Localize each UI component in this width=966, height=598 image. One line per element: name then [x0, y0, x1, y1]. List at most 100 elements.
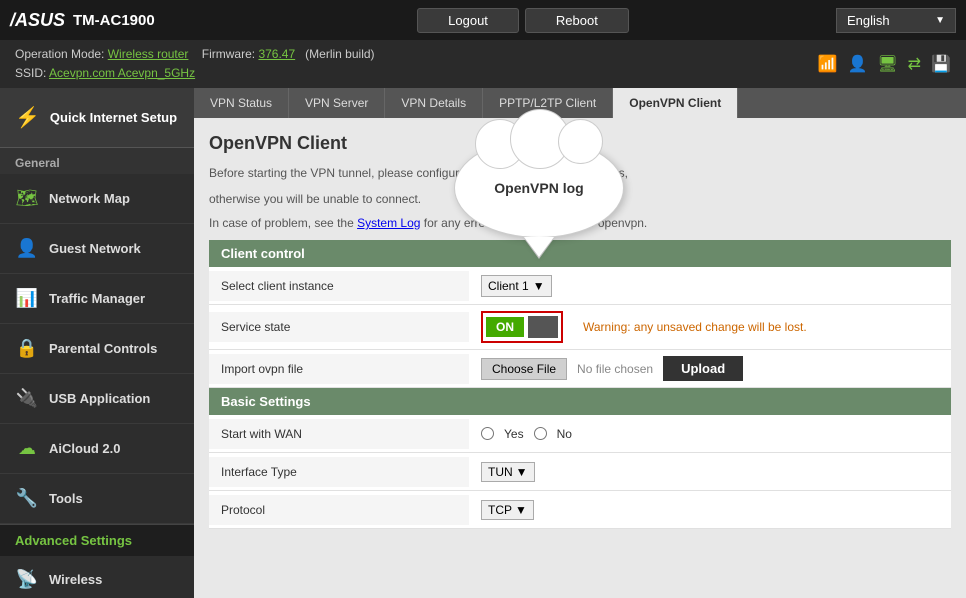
client-control-table: Select client instance Client 1 ▼ Servic… [209, 267, 951, 388]
general-section-label: General [0, 148, 194, 174]
content-body: OpenVPN log OpenVPN Client Before starti… [194, 118, 966, 544]
firmware-label: Firmware: [202, 47, 255, 61]
quick-setup-icon: ⚡ [15, 105, 40, 130]
sidebar-label-network-map: Network Map [49, 191, 130, 206]
tab-openvpn-client[interactable]: OpenVPN Client [613, 88, 738, 118]
tab-vpn-details[interactable]: VPN Details [385, 88, 483, 118]
import-ovpn-label: Import ovpn file [209, 354, 469, 384]
ssid-label: SSID: [15, 66, 46, 80]
traffic-manager-icon: 📊 [15, 288, 39, 309]
parental-controls-icon: 🔒 [15, 338, 39, 359]
sidebar-item-aicloud[interactable]: ☁ AiCloud 2.0 [0, 424, 194, 474]
client-instance-select[interactable]: Client 1 ▼ [481, 275, 552, 297]
user-icon: 👤 [847, 54, 867, 74]
no-file-text: No file chosen [577, 362, 653, 376]
guest-network-icon: 👤 [15, 238, 39, 259]
client-control-header: Client control [209, 240, 951, 267]
client-instance-value: Client 1 [488, 279, 529, 293]
protocol-select[interactable]: TCP ▼ [481, 500, 534, 520]
usb-icon: 💾 [931, 54, 951, 74]
usb-application-icon: 🔌 [15, 388, 39, 409]
start-wan-no-radio[interactable] [534, 427, 547, 440]
protocol-control: TCP ▼ [469, 494, 951, 526]
no-label: No [557, 427, 572, 441]
aicloud-icon: ☁ [15, 438, 39, 459]
header: /ASUS TM-AC1900 Logout Reboot English ▼ [0, 0, 966, 40]
service-state-toggle[interactable]: ON [481, 311, 563, 343]
sidebar-label-guest-network: Guest Network [49, 241, 141, 256]
sidebar-label-usb-application: USB Application [49, 391, 150, 406]
tools-icon: 🔧 [15, 488, 39, 509]
speech-bubble-text: OpenVPN log [494, 180, 583, 196]
sidebar-item-guest-network[interactable]: 👤 Guest Network [0, 224, 194, 274]
chevron-down-icon: ▼ [935, 15, 945, 26]
reboot-button[interactable]: Reboot [525, 8, 629, 33]
select-instance-control: Client 1 ▼ [469, 269, 951, 303]
sub-header-info: Operation Mode: Wireless router Firmware… [15, 45, 375, 83]
sidebar: ⚡ Quick Internet Setup General 🗺 Network… [0, 88, 194, 598]
interface-type-value: TUN [488, 465, 513, 479]
sidebar-item-wireless[interactable]: 📡 Wireless [0, 556, 194, 598]
choose-file-button[interactable]: Choose File [481, 358, 567, 380]
start-wan-control: Yes No [469, 421, 951, 447]
start-wan-yes-radio[interactable] [481, 427, 494, 440]
main-layout: ⚡ Quick Internet Setup General 🗺 Network… [0, 88, 966, 598]
header-buttons: Logout Reboot [210, 8, 836, 33]
quick-setup-label: Quick Internet Setup [50, 110, 177, 125]
toggle-off-area [528, 316, 558, 338]
ssid-values[interactable]: Acevpn.com Acevpn_5GHz [49, 66, 195, 80]
sidebar-item-parental-controls[interactable]: 🔒 Parental Controls [0, 324, 194, 374]
logout-button[interactable]: Logout [417, 8, 519, 33]
sub-header-icons: 📶 👤 🖥 ⇄ 💾 [818, 54, 951, 74]
protocol-row: Protocol TCP ▼ [209, 491, 951, 529]
basic-settings-table: Start with WAN Yes No Interface Type TUN [209, 415, 951, 529]
import-ovpn-row: Import ovpn file Choose File No file cho… [209, 350, 951, 388]
sidebar-label-parental-controls: Parental Controls [49, 341, 157, 356]
operation-mode-value[interactable]: Wireless router [108, 47, 189, 61]
sidebar-label-aicloud: AiCloud 2.0 [49, 441, 121, 456]
content-area: VPN Status VPN Server VPN Details PPTP/L… [194, 88, 966, 598]
service-state-row: Service state ON Warning: any unsaved ch… [209, 305, 951, 350]
vpn-tabs: VPN Status VPN Server VPN Details PPTP/L… [194, 88, 966, 118]
language-selector[interactable]: English ▼ [836, 8, 956, 33]
start-wan-row: Start with WAN Yes No [209, 415, 951, 453]
yes-label: Yes [504, 427, 524, 441]
model-name: TM-AC1900 [73, 12, 155, 29]
upload-button[interactable]: Upload [663, 356, 743, 381]
language-label: English [847, 13, 890, 28]
sidebar-item-tools[interactable]: 🔧 Tools [0, 474, 194, 524]
start-wan-label: Start with WAN [209, 419, 469, 449]
sidebar-quick-setup[interactable]: ⚡ Quick Internet Setup [0, 88, 194, 148]
speech-bubble: OpenVPN log [454, 138, 624, 238]
interface-type-row: Interface Type TUN ▼ [209, 453, 951, 491]
sidebar-item-usb-application[interactable]: 🔌 USB Application [0, 374, 194, 424]
sidebar-item-network-map[interactable]: 🗺 Network Map [0, 174, 194, 224]
monitor-icon: 🖥 [877, 54, 897, 74]
toggle-on-label: ON [486, 317, 524, 337]
logo-area: /ASUS TM-AC1900 [10, 10, 210, 31]
toggle-warning-text: Warning: any unsaved change will be lost… [583, 320, 807, 334]
tab-vpn-server[interactable]: VPN Server [289, 88, 385, 118]
sidebar-item-traffic-manager[interactable]: 📊 Traffic Manager [0, 274, 194, 324]
interface-type-label: Interface Type [209, 457, 469, 487]
firmware-value[interactable]: 376.47 [258, 47, 295, 61]
service-state-control: ON Warning: any unsaved change will be l… [469, 305, 951, 349]
tab-vpn-status[interactable]: VPN Status [194, 88, 289, 118]
interface-type-control: TUN ▼ [469, 456, 951, 488]
service-state-label: Service state [209, 312, 469, 342]
sidebar-label-wireless: Wireless [49, 572, 102, 587]
protocol-chevron-icon: ▼ [515, 503, 527, 517]
interface-type-select[interactable]: TUN ▼ [481, 462, 535, 482]
network-map-icon: 🗺 [15, 188, 39, 209]
build-label: (Merlin build) [305, 47, 374, 61]
wireless-icon: 📡 [15, 569, 39, 590]
select-instance-row: Select client instance Client 1 ▼ [209, 267, 951, 305]
system-log-link[interactable]: System Log [357, 216, 420, 230]
select-instance-label: Select client instance [209, 271, 469, 301]
sub-header: Operation Mode: Wireless router Firmware… [0, 40, 966, 88]
import-ovpn-control: Choose File No file chosen Upload [469, 350, 951, 387]
cloud-bump-3 [558, 119, 603, 164]
advanced-settings-label[interactable]: Advanced Settings [0, 524, 194, 556]
select-chevron-icon: ▼ [533, 279, 545, 293]
operation-mode-label: Operation Mode: [15, 47, 104, 61]
